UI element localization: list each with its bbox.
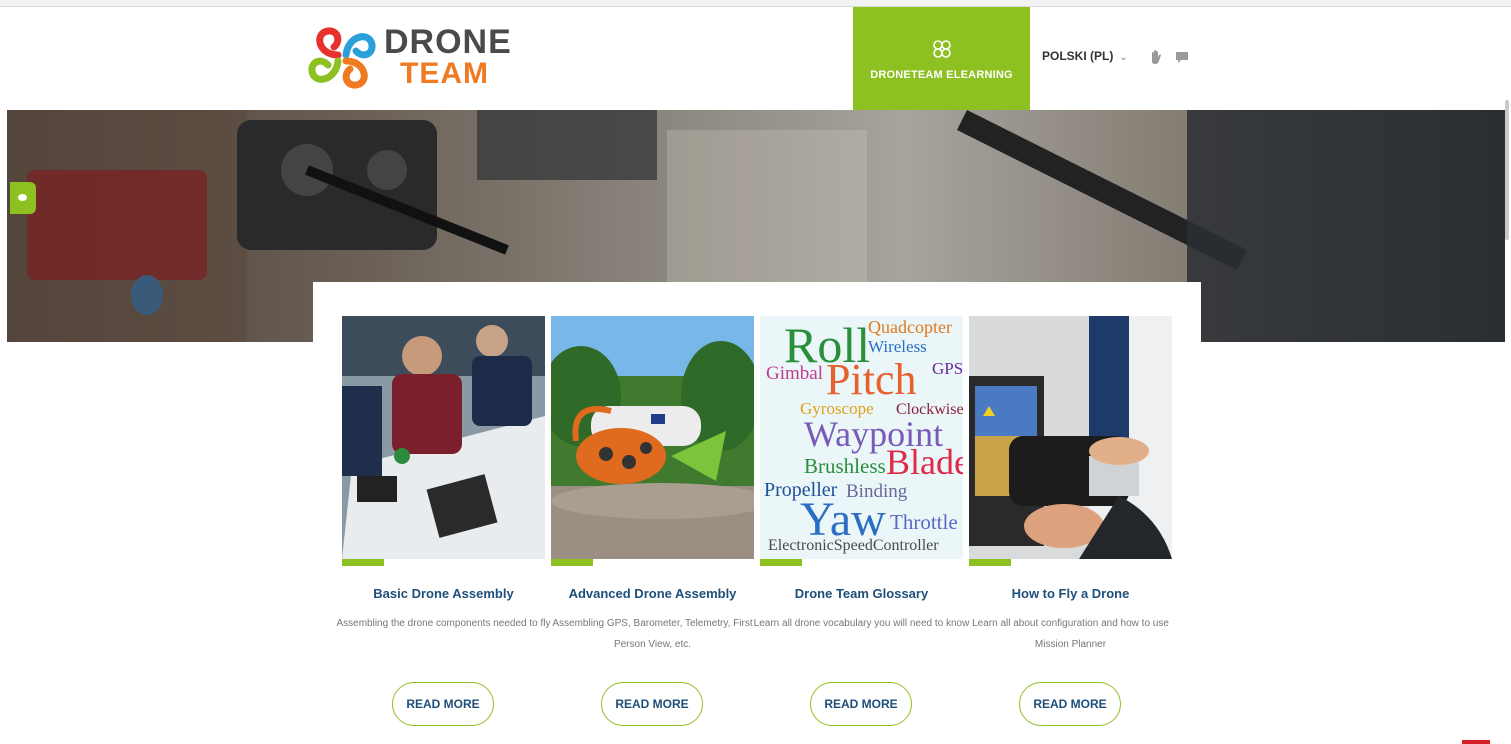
card-title[interactable]: Advanced Drone Assembly [541, 586, 764, 601]
language-label: POLSKI (PL) [1042, 49, 1114, 63]
card-title[interactable]: How to Fly a Drone [959, 586, 1182, 601]
eye-icon [18, 194, 27, 201]
wc-brushless: Brushless [804, 454, 886, 478]
how-to-fly-thumbnail[interactable] [969, 316, 1172, 559]
elearning-label: DRONETEAM ELEARNING [870, 68, 1013, 81]
card-accent-bar [760, 559, 802, 566]
language-selector[interactable]: POLSKI (PL) ⌄ [1042, 49, 1128, 63]
card-description: Assembling the drone components needed t… [336, 618, 551, 629]
drone-team-logo[interactable]: DRONE TEAM [308, 23, 518, 95]
read-more-button[interactable]: READ MORE [810, 682, 912, 726]
side-toggle-tab[interactable] [10, 182, 36, 214]
wc-pitch: Pitch [826, 355, 917, 404]
wc-throttle: Throttle [890, 510, 958, 534]
card-description: Learn all drone vocabulary you will need… [753, 618, 970, 629]
read-more-button[interactable]: READ MORE [601, 682, 703, 726]
card-accent-bar [342, 559, 384, 566]
scrollbar-thumb[interactable] [1505, 100, 1509, 240]
card-title[interactable]: Drone Team Glossary [750, 586, 973, 601]
drone-logo-icon [308, 27, 376, 89]
basic-assembly-thumbnail[interactable] [342, 316, 545, 559]
wc-gimbal: Gimbal [766, 363, 823, 384]
browser-top-strip [0, 0, 1511, 7]
card-accent-bar [969, 559, 1011, 566]
card-description: Assembling GPS, Barometer, Telemetry, Fi… [552, 618, 753, 650]
wc-gps: GPS [932, 359, 963, 378]
read-more-button[interactable]: READ MORE [1019, 682, 1121, 726]
back-to-top-tab[interactable] [1462, 740, 1490, 744]
hand-icon[interactable] [1149, 49, 1163, 65]
wc-blade: Blade [886, 442, 963, 482]
wc-wireless: Wireless [868, 337, 927, 356]
advanced-assembly-thumbnail[interactable] [551, 316, 754, 559]
drone-outline-icon [932, 39, 951, 58]
card-accent-bar [551, 559, 593, 566]
read-more-button[interactable]: READ MORE [392, 682, 494, 726]
glossary-word-cloud[interactable]: Roll Quadcopter Wireless Gimbal Pitch GP… [760, 316, 963, 559]
logo-text-team: TEAM [400, 57, 489, 90]
dronteam-elearning-button[interactable]: DRONETEAM ELEARNING [853, 7, 1030, 110]
card-title[interactable]: Basic Drone Assembly [332, 586, 555, 601]
chevron-down-icon: ⌄ [1119, 52, 1128, 63]
card-description: Learn all about configuration and how to… [972, 618, 1169, 650]
site-header: DRONE TEAM DRONETEAM ELEARNING POLSKI (P… [0, 7, 1511, 110]
wc-esc: ElectronicSpeedController [768, 537, 939, 554]
wc-quadcopter: Quadcopter [868, 317, 952, 337]
chat-icon[interactable] [1175, 50, 1189, 66]
